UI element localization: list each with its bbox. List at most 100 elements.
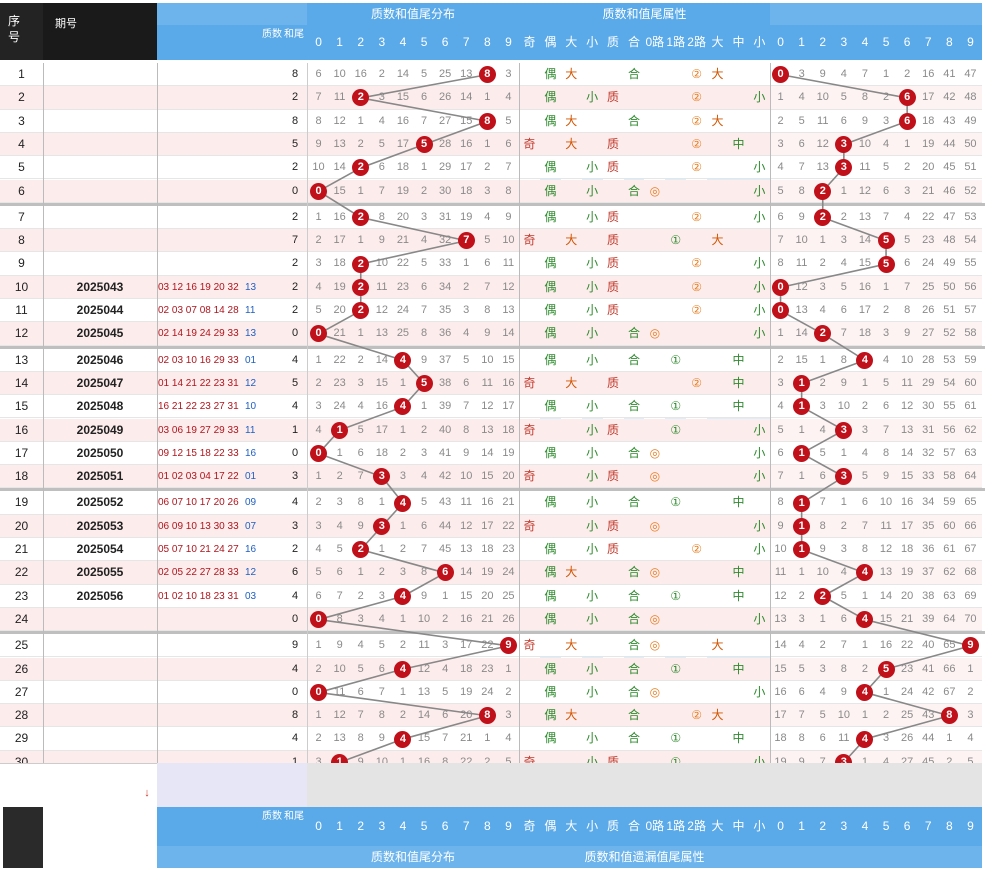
dist-digit-header: 8: [484, 819, 491, 833]
miss-hit-ball: 5: [877, 232, 895, 250]
dist-digit-header: 1: [336, 819, 343, 833]
footer-section-dist: 质数和值尾分布: [370, 850, 455, 864]
miss-digit-header: 2: [819, 35, 827, 49]
dist-hit-ball: 0: [310, 683, 328, 701]
attr-col-header: 质: [607, 35, 620, 49]
miss-digit-header: 1: [798, 819, 805, 833]
attr-col-header: 大: [711, 819, 724, 833]
dist-digit-header: 4: [399, 35, 407, 49]
miss-digit-header: 1: [798, 35, 805, 49]
miss-hit-ball: 3: [835, 421, 853, 439]
dist-digit-header: 3: [378, 819, 386, 833]
attr-col-header: 大: [565, 35, 578, 49]
dist-digit-header: 2: [357, 819, 365, 833]
miss-hit-ball: 0: [772, 278, 790, 296]
dist-digit-header: 7: [462, 819, 470, 833]
attr-col-header: 合: [627, 35, 640, 49]
dist-hit-ball: 2: [352, 208, 370, 226]
blank-grid-area: [307, 763, 982, 807]
footer-section-attr: 质数和值遗漏值尾属性: [584, 850, 705, 864]
blank-numbers-area: [157, 763, 307, 807]
miss-digit-header: 2: [819, 819, 827, 833]
miss-digit-header: 6: [903, 35, 911, 49]
miss-hit-ball: 0: [772, 66, 790, 84]
dist-hit-ball: 4: [394, 660, 412, 678]
dist-hit-ball: 2: [352, 541, 370, 559]
dist-hit-ball: 8: [478, 707, 496, 725]
dist-hit-ball: 4: [394, 398, 412, 416]
dist-digit-header: 6: [441, 819, 449, 833]
miss-hit-ball: 6: [898, 112, 916, 130]
miss-hit-ball: 4: [856, 683, 874, 701]
dist-hit-ball: 3: [373, 517, 391, 535]
section-attr-title: 质数和值尾属性: [519, 3, 770, 25]
dist-hit-ball: 8: [478, 66, 496, 84]
dist-digit-header: 5: [420, 35, 428, 49]
dist-digit-header: 9: [505, 819, 512, 833]
miss-hit-ball: 4: [856, 611, 874, 629]
dist-hit-ball: 4: [394, 730, 412, 748]
dist-hit-ball: 5: [415, 136, 433, 154]
dist-hit-ball: 0: [310, 182, 328, 200]
miss-hit-ball: 4: [856, 730, 874, 748]
dist-hit-ball: 0: [310, 611, 328, 629]
dist-digit-header: 1: [336, 35, 343, 49]
attr-col-header: 2路: [687, 35, 706, 49]
miss-digit-header: 4: [861, 35, 869, 49]
blank-input-area[interactable]: [0, 763, 157, 807]
attr-col-header: 中: [732, 819, 745, 833]
attr-col-header: 质: [607, 819, 620, 833]
attr-col-header: 大: [711, 35, 724, 49]
dist-hit-ball: 2: [352, 302, 370, 320]
dist-hit-ball: 2: [352, 89, 370, 107]
section-dist-title: 质数和值尾分布: [307, 3, 519, 25]
attr-col-header: 大: [565, 819, 578, 833]
dist-digit-header: 2: [357, 35, 365, 49]
arrow-down-icon[interactable]: ↓: [140, 787, 154, 801]
sum-tail-header: 和尾: [284, 29, 304, 40]
miss-hit-ball: 1: [793, 541, 811, 559]
dist-hit-ball: 6: [436, 564, 454, 582]
prime-count-header: 质数: [262, 29, 282, 40]
miss-digit-header: 5: [882, 35, 890, 49]
attr-col-header: 0路: [645, 819, 665, 833]
dist-hit-ball: 8: [478, 112, 496, 130]
dist-digit-header: 0: [315, 819, 322, 833]
miss-digit-header: 0: [777, 35, 784, 49]
dist-hit-ball: 0: [310, 325, 328, 343]
miss-digit-header: 6: [903, 819, 911, 833]
miss-hit-ball: 2: [814, 182, 832, 200]
dist-digit-header: 3: [378, 35, 386, 49]
miss-hit-ball: 4: [856, 351, 874, 369]
attr-col-header: 0路: [645, 35, 665, 49]
footer-digit-row: 质数 和尾 0 0 1 1 2 2 3 3 4 4 5 5 6 6 7 7 8 8 9 9 奇偶大小质合 0路 1路 2路大中小: [0, 807, 985, 846]
attr-col-header: 小: [586, 819, 599, 833]
dist-digit-header: 7: [462, 35, 470, 49]
dist-hit-ball: 1: [331, 421, 349, 439]
miss-hit-ball: 2: [814, 587, 832, 605]
miss-hit-ball: 3: [835, 159, 853, 177]
miss-digit-header: 4: [861, 819, 869, 833]
miss-digit-header: 7: [924, 35, 932, 49]
attr-col-header: 1路: [666, 819, 686, 833]
miss-hit-ball: 0: [772, 302, 790, 320]
attr-col-header: 中: [732, 35, 745, 49]
dist-digit-header: 6: [441, 35, 449, 49]
dist-digit-header: 4: [399, 819, 407, 833]
prime-count-header: 质数: [262, 811, 282, 822]
dist-hit-ball: 2: [352, 278, 370, 296]
miss-digit-header: 9: [967, 819, 974, 833]
miss-hit-ball: 3: [835, 468, 853, 486]
miss-hit-ball: 9: [961, 637, 979, 655]
dist-hit-ball: 2: [352, 159, 370, 177]
miss-hit-ball: 2: [814, 325, 832, 343]
dist-hit-ball: 4: [394, 494, 412, 512]
dist-hit-ball: 0: [310, 444, 328, 462]
attr-col-header: 偶: [544, 35, 557, 49]
miss-hit-ball: 1: [793, 398, 811, 416]
sum-tail-header: 和尾: [284, 811, 304, 822]
miss-digit-header: 7: [924, 819, 932, 833]
miss-digit-header: 0: [777, 819, 784, 833]
attr-col-header: 合: [627, 819, 640, 833]
attr-col-header: 奇: [523, 35, 536, 49]
